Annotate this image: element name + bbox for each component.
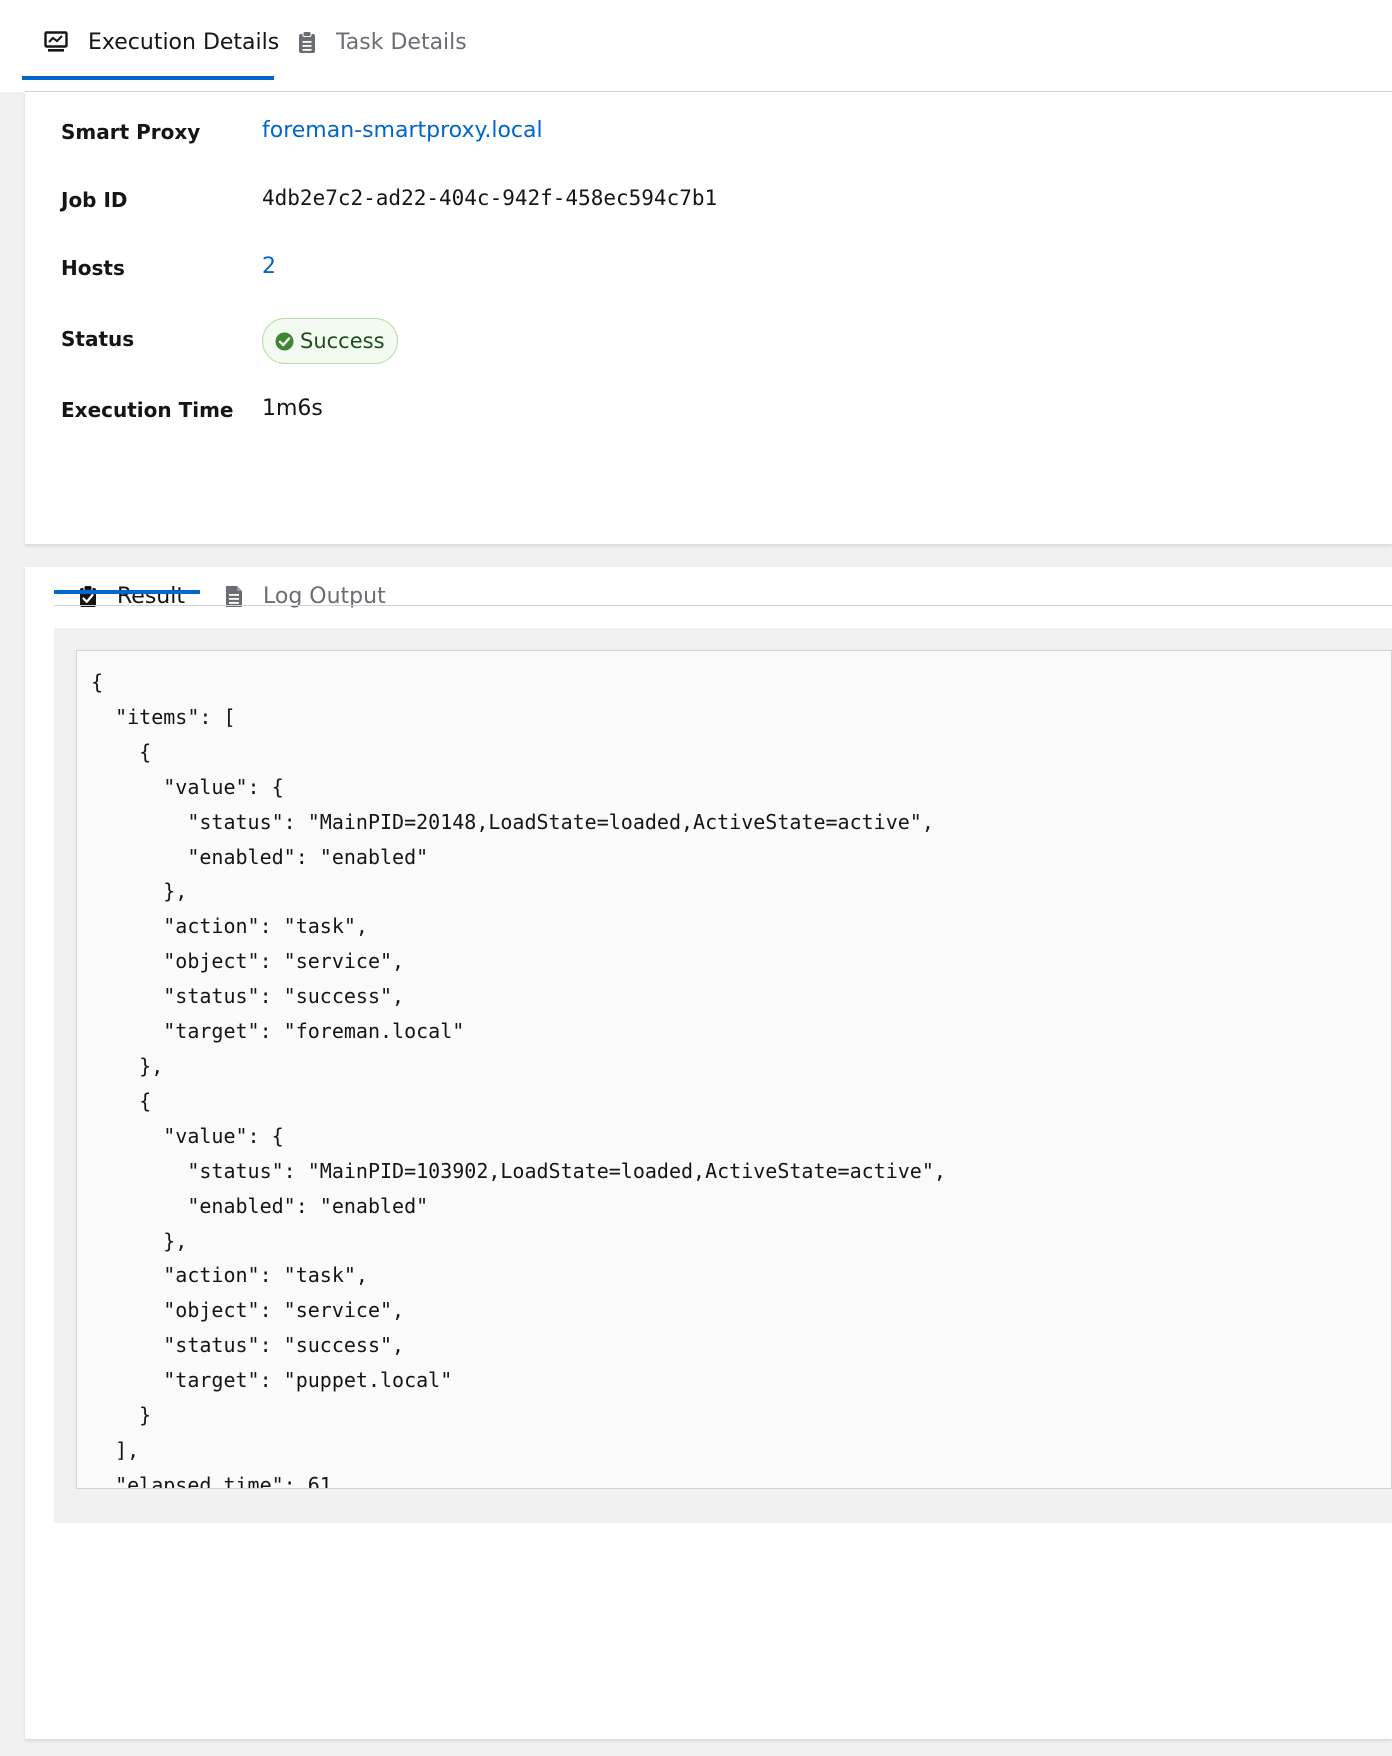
- tab-task-details-label: Task Details: [336, 29, 467, 55]
- smart-proxy-link[interactable]: foreman-smartproxy.local: [262, 118, 543, 143]
- smart-proxy-label: Smart Proxy: [61, 120, 201, 144]
- result-tab-divider: [54, 605, 1392, 606]
- execution-details-card: Smart Proxy foreman-smartproxy.local Job…: [25, 92, 1392, 544]
- clipboard-icon: [298, 30, 316, 54]
- job-id-value: 4db2e7c2-ad22-404c-942f-458ec594c7b1: [262, 186, 718, 210]
- active-tab-indicator: [22, 76, 274, 80]
- result-card-body: { "items": [ { "value": { "status": "Mai…: [25, 567, 1392, 1739]
- result-json-text: { "items": [ { "value": { "status": "Mai…: [91, 670, 946, 1489]
- tab-task-details[interactable]: Task Details: [298, 4, 467, 80]
- top-tab-bar: Execution Details Task Details: [0, 0, 1392, 92]
- hosts-label: Hosts: [61, 256, 125, 280]
- hosts-link[interactable]: 2: [262, 254, 276, 279]
- result-code-block[interactable]: { "items": [ { "value": { "status": "Mai…: [76, 650, 1392, 1489]
- execution-time-value: 1m6s: [262, 396, 323, 421]
- status-badge: Success: [262, 318, 398, 364]
- result-tab-underline: [54, 590, 200, 594]
- status-text: Success: [300, 329, 385, 353]
- status-label: Status: [61, 327, 135, 351]
- check-circle-icon: [275, 332, 294, 351]
- tab-execution-details-label: Execution Details: [88, 29, 280, 55]
- tab-execution-details[interactable]: Execution Details: [44, 4, 279, 80]
- monitor-chart-icon: [44, 31, 68, 53]
- result-code-panel: { "items": [ { "value": { "status": "Mai…: [54, 628, 1392, 1523]
- job-id-label: Job ID: [61, 188, 128, 212]
- execution-time-label: Execution Time: [61, 398, 234, 422]
